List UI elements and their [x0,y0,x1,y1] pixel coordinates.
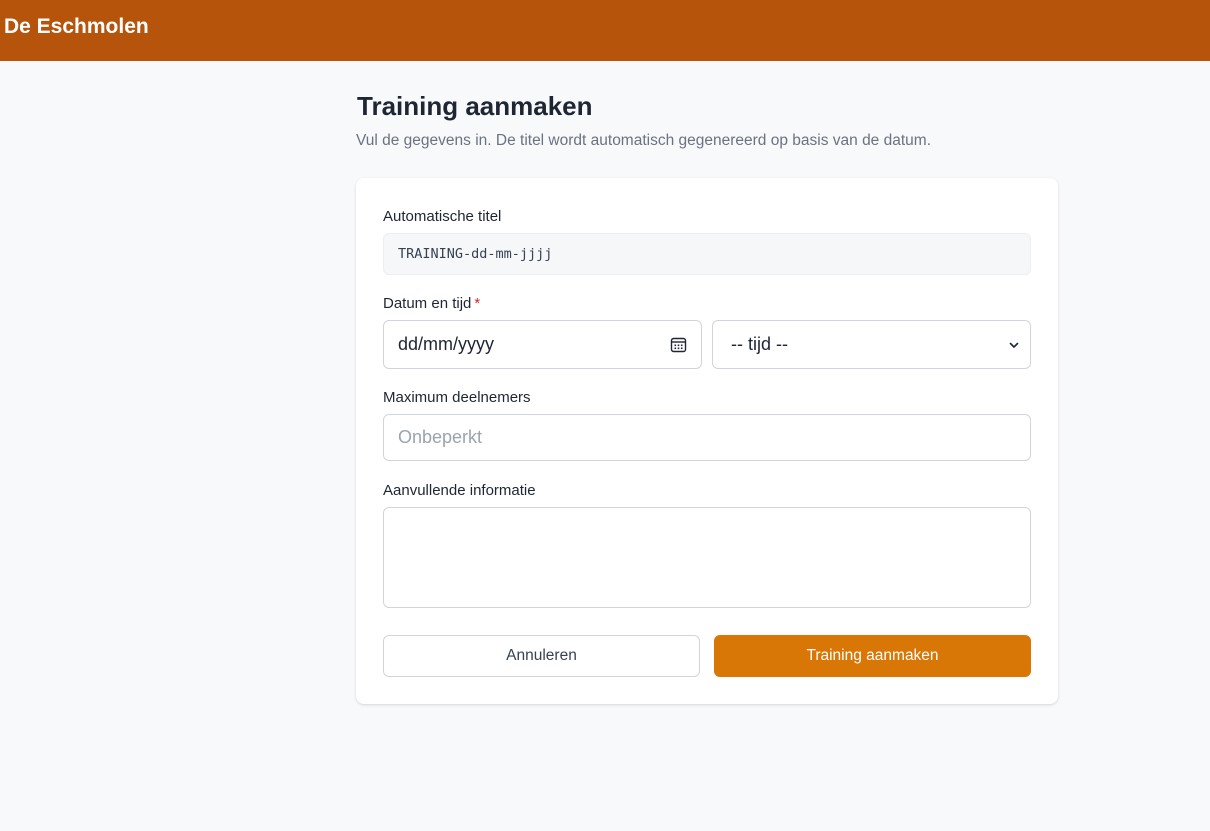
app-header: De Eschmolen [0,0,1210,61]
calendar-icon[interactable] [670,336,687,353]
date-placeholder: dd/mm/yyyy [398,334,495,354]
training-form-card: Automatische titel TRAINING-dd-mm-jjjj D… [356,178,1058,704]
main-content: Training aanmaken Vul de gegevens in. De… [356,61,1058,704]
required-marker: * [474,295,481,312]
max-participants-placeholder: Onbeperkt [398,427,483,447]
datetime-row: dd/mm/yyyy -- tijd -- [383,320,1031,369]
time-select[interactable]: -- tijd -- [712,320,1031,369]
time-selected-value: -- tijd -- [731,334,788,354]
page-subtitle: Vul de gegevens in. De titel wordt autom… [356,132,931,149]
create-training-button[interactable]: Training aanmaken [714,635,1031,677]
extra-info-label: Aanvullende informatie [383,482,536,499]
datetime-label-text: Datum en tijd [383,295,472,312]
max-participants-input[interactable]: Onbeperkt [383,414,1031,461]
cancel-button[interactable]: Annuleren [383,635,700,677]
max-participants-label: Maximum deelnemers [383,389,531,406]
datetime-label: Datum en tijd * [383,295,1031,312]
auto-title-field: TRAINING-dd-mm-jjjj [383,233,1031,275]
brand-title[interactable]: De Eschmolen [4,15,149,39]
auto-title-label: Automatische titel [383,208,502,225]
chevron-down-icon [1008,339,1020,351]
extra-info-textarea[interactable] [383,507,1031,608]
page-title: Training aanmaken [357,91,593,121]
form-actions: Annuleren Training aanmaken [383,635,1031,677]
date-input[interactable]: dd/mm/yyyy [383,320,702,369]
auto-title-value: TRAINING-dd-mm-jjjj [398,246,553,262]
